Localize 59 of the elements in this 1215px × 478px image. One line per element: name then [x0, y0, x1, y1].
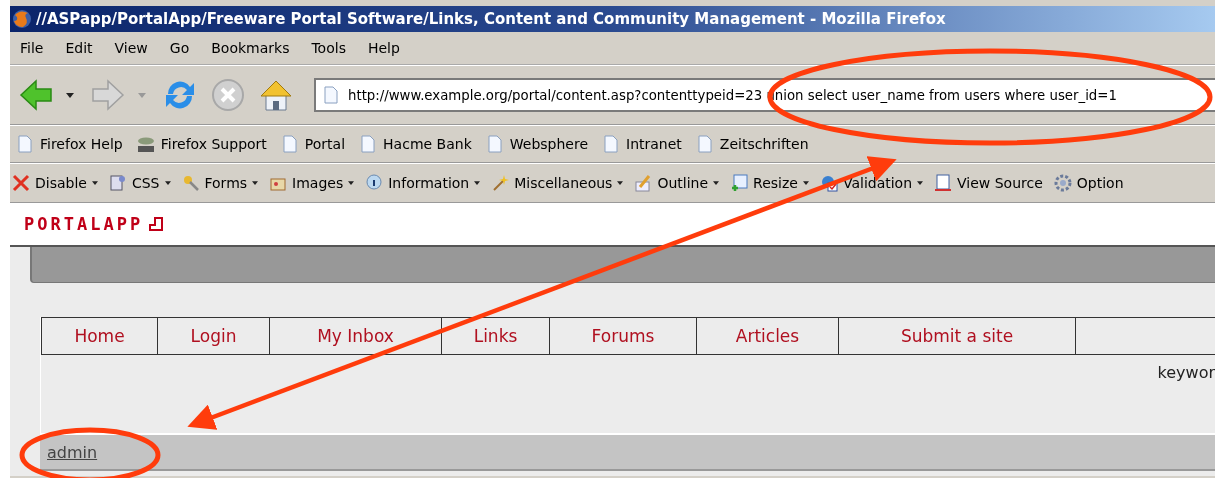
nav-tab[interactable]: Submit a site: [839, 318, 1076, 354]
page-icon: [359, 135, 378, 153]
page-icon: [280, 135, 299, 153]
bookmark-link[interactable]: Firefox Support: [136, 135, 267, 153]
toolbar-button[interactable]: Option: [1053, 174, 1124, 192]
gear-icon: [1053, 174, 1072, 192]
info-icon: [365, 174, 384, 192]
pencil-icon: [634, 174, 653, 192]
nav-tab[interactable]: Forums: [550, 318, 697, 354]
toolbar-button[interactable]: View Source: [934, 174, 1043, 192]
nav-tab[interactable]: My Inbox: [270, 318, 442, 354]
toolbar-button[interactable]: Information: [365, 174, 481, 192]
nav-tab[interactable]: Links: [442, 318, 550, 354]
page-icon: [324, 86, 338, 104]
toolbar-button[interactable]: Forms: [181, 174, 259, 192]
menu-item[interactable]: Help: [367, 40, 410, 56]
stylesheet-icon: [108, 174, 127, 192]
menu-item[interactable]: Tools: [311, 40, 356, 56]
toolbar-button[interactable]: Validation: [819, 174, 924, 192]
toolbar-button[interactable]: Images: [269, 174, 355, 192]
menu-item[interactable]: Go: [169, 40, 200, 56]
letter-a-page-icon: [934, 174, 953, 192]
menu-item[interactable]: Edit: [65, 40, 103, 56]
window-title: //ASPapp/PortalApp/Freeware Portal Software/Links, Content and Community Management - Mozilla Firefox: [36, 10, 946, 28]
stop-icon[interactable]: [210, 77, 246, 113]
bookmark-link[interactable]: Firefox Help: [16, 135, 123, 153]
window-plus-icon: [730, 174, 749, 192]
globe-check-icon: [819, 174, 838, 192]
magic-wand-icon: [491, 174, 510, 192]
bookmark-link[interactable]: Zeitschriften: [695, 135, 809, 153]
globe-icon: [12, 9, 32, 29]
bookmark-link[interactable]: Intranet: [602, 135, 682, 153]
menu-item[interactable]: View: [114, 40, 158, 56]
keys-icon: [181, 174, 200, 192]
page-icon: [602, 135, 620, 153]
forward-arrow-icon[interactable]: [90, 77, 126, 113]
nav-tab[interactable]: Login: [158, 318, 270, 354]
back-arrow-icon[interactable]: [18, 77, 54, 113]
page-icon: [485, 135, 504, 153]
page-icon: [695, 135, 714, 153]
portal-logo: PORTALAPP: [24, 214, 144, 234]
toolbar-button[interactable]: Disable: [12, 174, 98, 192]
toolbar-button[interactable]: Resize: [730, 174, 809, 192]
nav-tab[interactable]: Articles: [697, 318, 839, 354]
menu-item[interactable]: File: [20, 40, 54, 56]
nav-tab[interactable]: Home: [42, 318, 158, 354]
page-icon: [16, 135, 34, 153]
bookmark-link[interactable]: Hacme Bank: [359, 135, 472, 153]
bookmark-link[interactable]: Websphere: [485, 135, 588, 153]
cross-icon: [12, 174, 30, 192]
caret-icon[interactable]: [66, 92, 74, 98]
toolbar-button[interactable]: Miscellaneous: [491, 174, 624, 192]
bookmark-link[interactable]: Portal: [280, 135, 346, 153]
toolbar-button[interactable]: CSS: [108, 174, 171, 192]
toolbar-button[interactable]: Outline: [634, 174, 720, 192]
menu-item[interactable]: Bookmarks: [211, 40, 300, 56]
keyword-label: keywor: [1157, 363, 1215, 382]
blimp-icon: [136, 135, 155, 153]
user-link[interactable]: admin: [47, 442, 98, 462]
